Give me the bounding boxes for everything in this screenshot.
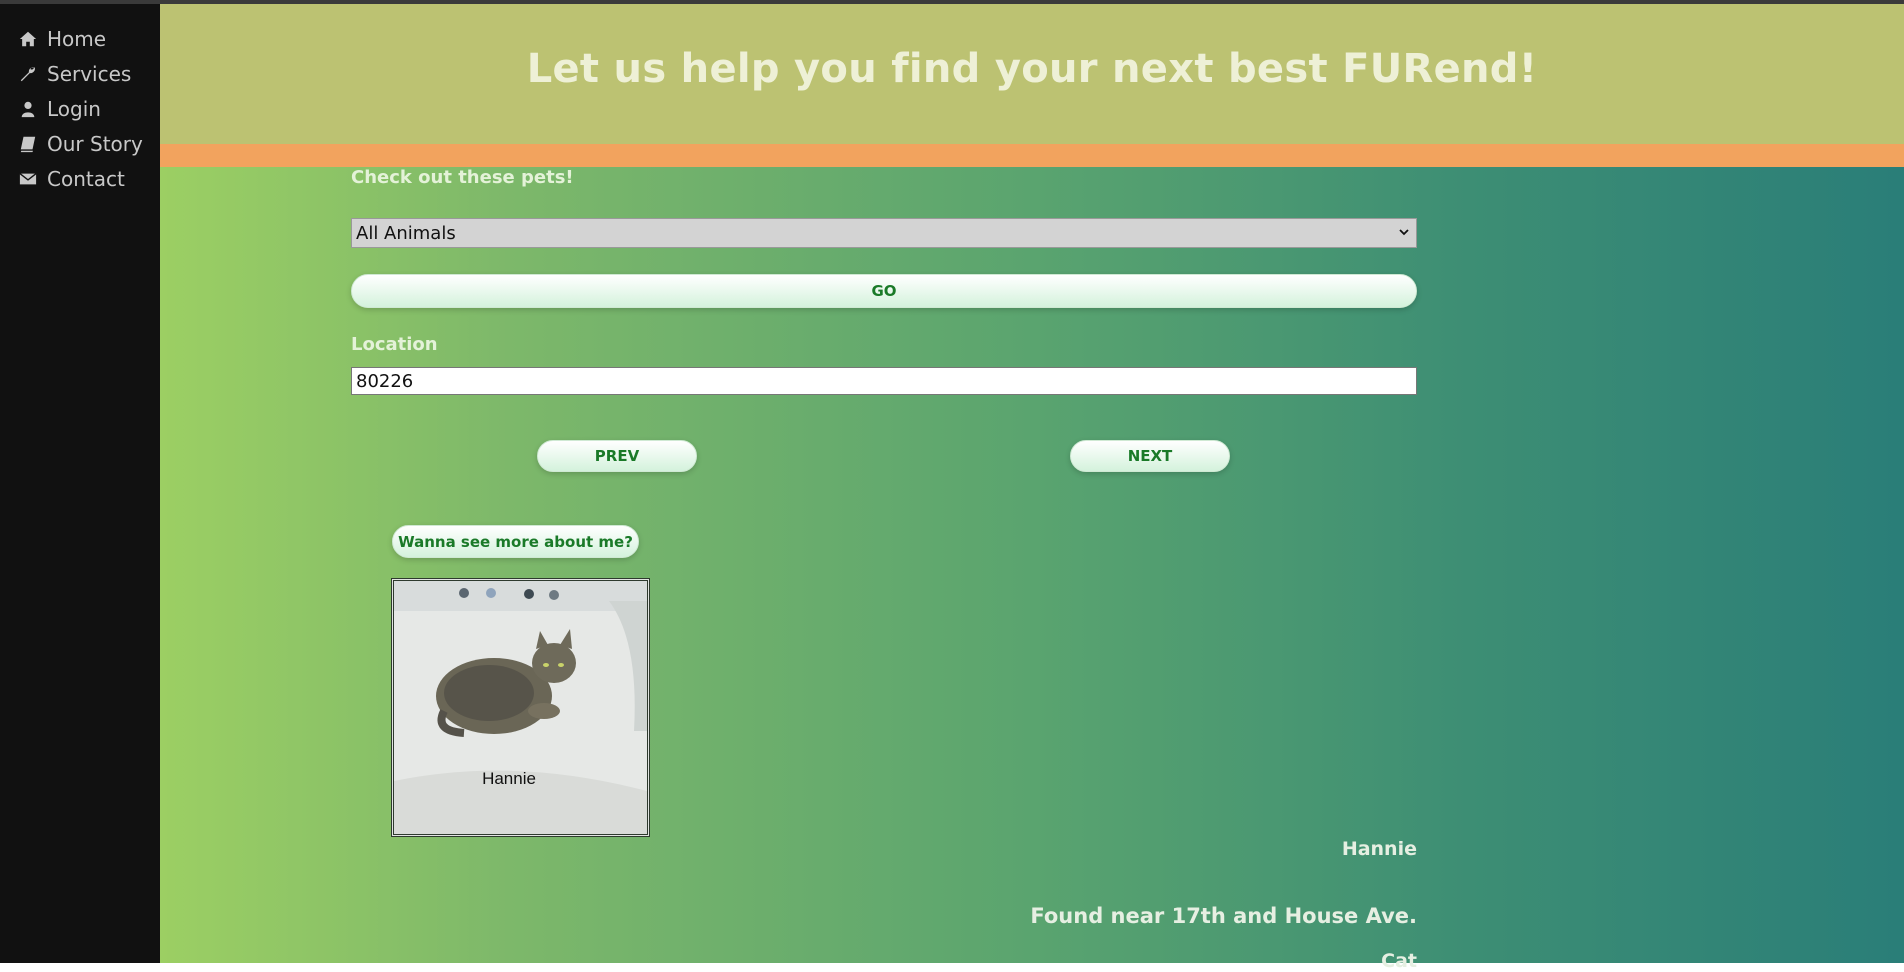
nav-item-label: Our Story xyxy=(47,131,143,156)
pet-photo[interactable]: Hannie xyxy=(391,578,650,837)
page-header: Let us help you find your next best FURe… xyxy=(160,4,1904,144)
pet-search-section: Check out these pets! All Animals GO Loc… xyxy=(351,167,1417,972)
book-icon xyxy=(18,135,38,153)
nav-item-contact[interactable]: Contact xyxy=(0,161,160,196)
next-button[interactable]: NEXT xyxy=(1070,440,1230,472)
home-icon xyxy=(18,30,38,48)
header-stripe xyxy=(160,144,1904,167)
animal-type-select[interactable]: All Animals xyxy=(351,218,1417,248)
see-more-button[interactable]: Wanna see more about me? xyxy=(392,525,639,558)
envelope-icon xyxy=(18,170,38,188)
main-content: Let us help you find your next best FURe… xyxy=(160,4,1904,972)
go-button[interactable]: GO xyxy=(351,274,1417,308)
animal-type-select-value: All Animals xyxy=(356,222,456,244)
page-title: Let us help you find your next best FURe… xyxy=(526,46,1538,92)
nav-item-label: Home xyxy=(47,26,107,51)
chevron-down-icon xyxy=(1399,229,1409,236)
sidebar: Home Services Login Our Story Contact xyxy=(0,4,160,963)
pet-photo-caption: Hannie xyxy=(482,769,536,788)
user-icon xyxy=(18,100,38,118)
location-input[interactable]: 80226 xyxy=(351,367,1417,395)
nav-item-label: Services xyxy=(47,61,132,86)
nav-item-services[interactable]: Services xyxy=(0,56,160,91)
nav-item-login[interactable]: Login xyxy=(0,91,160,126)
pet-name: Hannie xyxy=(1341,838,1417,860)
nav-item-label: Login xyxy=(47,96,101,121)
wrench-icon xyxy=(18,65,38,83)
nav-item-our-story[interactable]: Our Story xyxy=(0,126,160,161)
pet-description: Found near 17th and House Ave. xyxy=(1030,904,1417,928)
pet-photo-image xyxy=(394,581,647,834)
nav-item-home[interactable]: Home xyxy=(0,21,160,56)
pet-type: Cat xyxy=(1381,950,1417,972)
nav-item-label: Contact xyxy=(47,166,125,191)
location-label: Location xyxy=(351,334,438,355)
search-heading: Check out these pets! xyxy=(351,167,574,188)
prev-button[interactable]: PREV xyxy=(537,440,697,472)
